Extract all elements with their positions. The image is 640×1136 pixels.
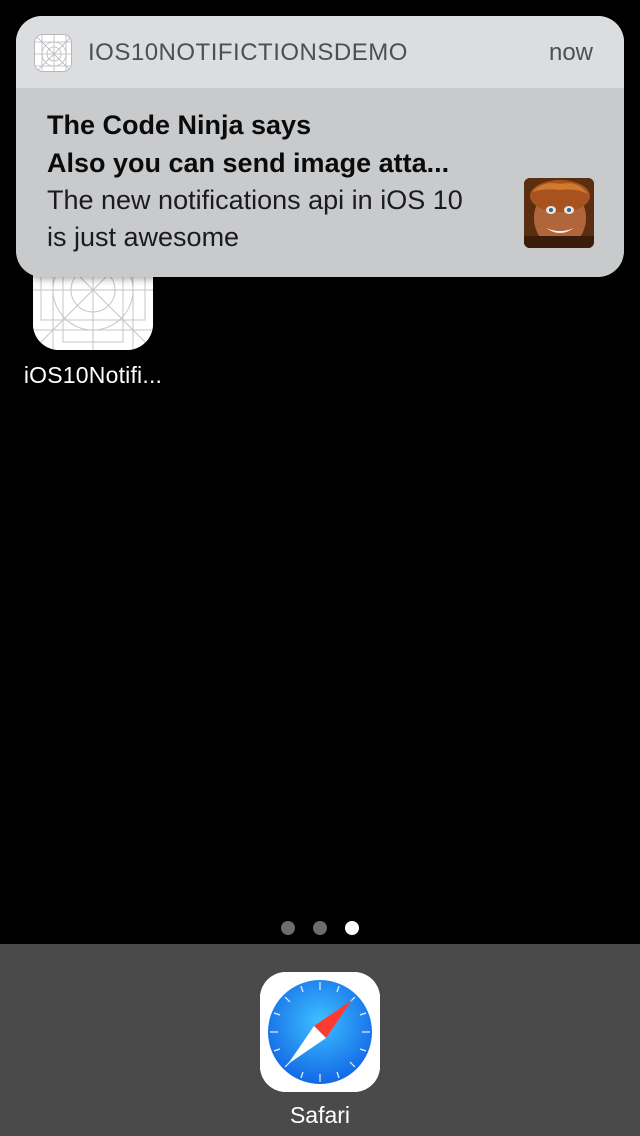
image-attachment-thumbnail: [524, 178, 594, 248]
notification-header: IOS10NOTIFICTIONSDEMO now: [16, 16, 624, 88]
dock-app-safari[interactable]: Safari: [260, 972, 380, 1129]
home-screen: iOS10Notifi... IOS10NOTIFICTIONSDEMO now…: [0, 0, 640, 1136]
app-placeholder-grid-icon: [34, 34, 72, 72]
notification-subtitle: Also you can send image atta...: [47, 148, 450, 178]
notification-message: The new notifications api in iOS 10 is j…: [47, 185, 463, 252]
notification-title: The Code Ninja says: [47, 110, 312, 140]
app-label: iOS10Notifi...: [23, 362, 163, 388]
dock: Safari: [0, 944, 640, 1136]
safari-compass-icon[interactable]: [260, 972, 380, 1092]
page-indicator[interactable]: [0, 921, 640, 935]
page-dot[interactable]: [281, 921, 295, 935]
page-dot[interactable]: [313, 921, 327, 935]
notification-banner[interactable]: IOS10NOTIFICTIONSDEMO now The Code Ninja…: [16, 16, 624, 277]
dock-app-label: Safari: [289, 1102, 351, 1128]
notification-time: now: [548, 39, 593, 66]
notification-app-name: IOS10NOTIFICTIONSDEMO: [88, 39, 408, 66]
page-dot-current[interactable]: [345, 921, 359, 935]
